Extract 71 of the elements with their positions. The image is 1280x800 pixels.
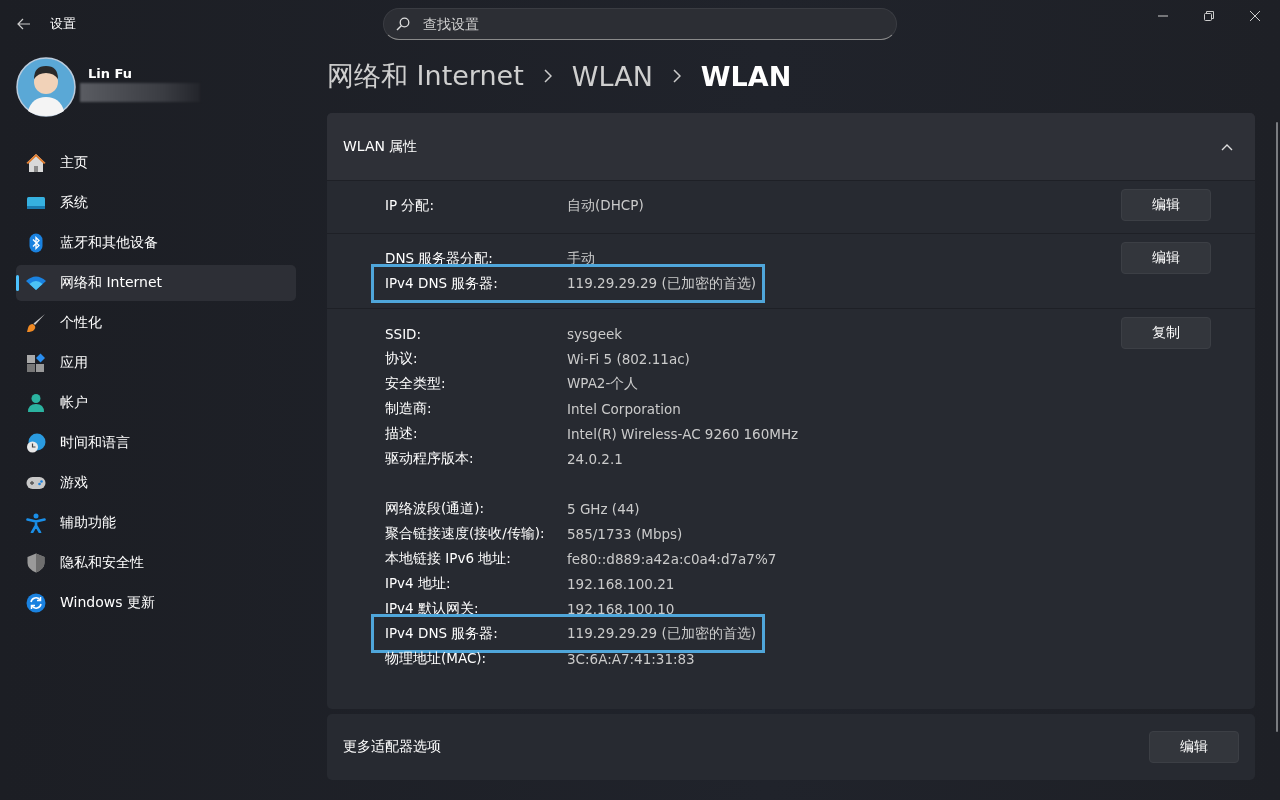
sidebar-item[interactable]: 应用	[16, 345, 296, 381]
close-icon[interactable]	[1250, 11, 1260, 21]
page-title: WLAN	[700, 60, 792, 92]
sidebar-item[interactable]: 游戏	[16, 465, 296, 501]
property-value: 192.168.100.21	[567, 575, 675, 592]
brush-icon	[26, 313, 46, 333]
sidebar-item[interactable]: 时间和语言	[16, 425, 296, 461]
setting-label: 更多适配器选项	[343, 738, 441, 756]
property-value: Intel(R) Wireless-AC 9260 160MHz	[567, 425, 799, 442]
selection-indicator	[16, 275, 19, 291]
property-value: 119.29.29.29 (已加密的首选)	[567, 624, 756, 643]
property-label: 制造商:	[385, 399, 433, 418]
user-name: Lin Fu	[88, 66, 133, 81]
property-label: 描述:	[385, 424, 419, 443]
scrollbar[interactable]	[1276, 122, 1278, 732]
property-label: IPv4 默认网关:	[385, 599, 480, 618]
property-label: IPv4 DNS 服务器:	[385, 624, 499, 643]
globe-clock-icon	[26, 433, 46, 453]
property-label: 安全类型:	[385, 374, 447, 393]
property-value: 585/1733 (Mbps)	[567, 525, 683, 542]
sidebar-item[interactable]: 帐户	[16, 385, 296, 421]
sidebar-item[interactable]: 个性化	[16, 305, 296, 341]
property-value: WPA2-个人	[567, 374, 639, 393]
breadcrumb-link[interactable]: 网络和 Internet	[327, 58, 524, 94]
property-label: IPv4 地址:	[385, 574, 452, 593]
property-value: sysgeek	[567, 325, 623, 342]
avatar-icon[interactable]	[16, 57, 76, 117]
property-label: SSID:	[385, 325, 423, 342]
sidebar-item[interactable]: 蓝牙和其他设备	[16, 225, 296, 261]
shield-icon	[26, 553, 46, 573]
breadcrumb-link[interactable]: WLAN	[571, 60, 653, 92]
house-icon	[26, 153, 46, 173]
property-value: fe80::d889:a42a:c0a4:d7a7%7	[567, 550, 777, 567]
sidebar-item[interactable]: 系统	[16, 185, 296, 221]
property-value: Wi-Fi 5 (802.11ac)	[567, 350, 690, 367]
sidebar-item[interactable]: Windows 更新	[16, 585, 296, 621]
property-label: 协议:	[385, 349, 419, 368]
person-icon	[26, 393, 46, 413]
back-arrow-icon[interactable]	[17, 18, 31, 30]
chevron-right-icon	[543, 69, 552, 83]
search-field[interactable]: 查找设置	[383, 8, 897, 40]
property-value: 3C:6A:A7:41:31:83	[567, 650, 695, 667]
restore-icon[interactable]	[1204, 11, 1214, 21]
property-value: 119.29.29.29 (已加密的首选)	[567, 274, 756, 293]
property-value: Intel Corporation	[567, 400, 681, 417]
property-label: IPv4 DNS 服务器:	[385, 274, 499, 293]
property-value: 192.168.100.10	[567, 600, 675, 617]
sidebar-item[interactable]: 隐私和安全性	[16, 545, 296, 581]
property-label: IP 分配:	[385, 196, 435, 215]
sidebar-item[interactable]: 主页	[16, 145, 296, 181]
window-title: 设置	[50, 15, 76, 33]
property-label: 聚合链接速度(接收/传输):	[385, 524, 546, 543]
refresh-icon	[26, 593, 46, 613]
property-label: 本地链接 IPv6 地址:	[385, 549, 512, 568]
property-value: 自动(DHCP)	[567, 196, 644, 215]
property-label: 网络波段(通道):	[385, 499, 486, 518]
sidebar-item[interactable]: 辅助功能	[16, 505, 296, 541]
property-value: 24.0.2.1	[567, 450, 623, 467]
property-value: 5 GHz (44)	[567, 500, 640, 517]
action-button[interactable]: 编辑	[1121, 189, 1211, 221]
accessibility-icon	[26, 513, 46, 533]
action-button[interactable]: 编辑	[1121, 242, 1211, 274]
action-button[interactable]: 复制	[1121, 317, 1211, 349]
sidebar-item[interactable]: 网络和 Internet	[16, 265, 296, 301]
edit-button[interactable]: 编辑	[1149, 731, 1239, 763]
search-icon	[396, 17, 410, 31]
property-label: 物理地址(MAC):	[385, 649, 488, 668]
expander-header[interactable]: WLAN 属性	[327, 113, 1255, 181]
apps-icon	[26, 353, 46, 373]
chevron-right-icon	[672, 69, 681, 83]
property-label: 驱动程序版本:	[385, 449, 475, 468]
